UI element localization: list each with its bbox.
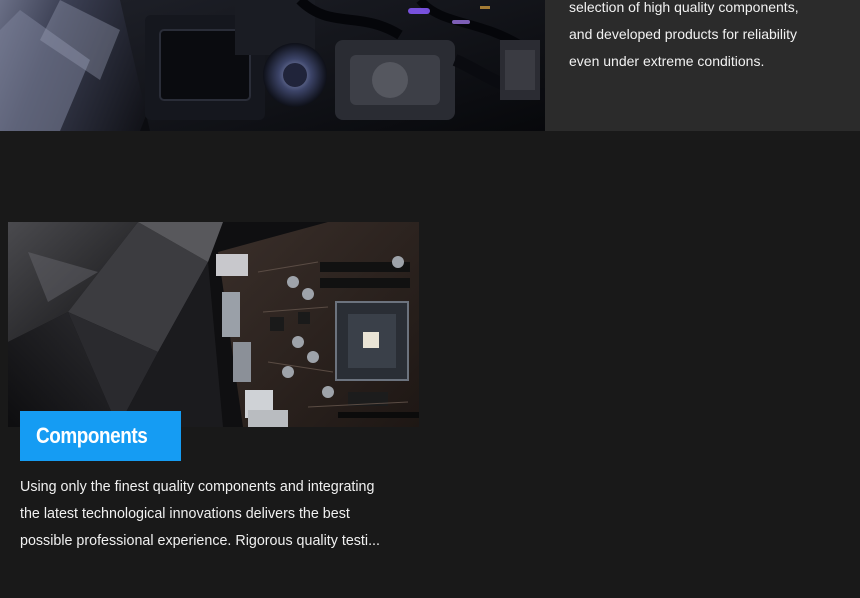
hero-text-line: even under extreme conditions. — [569, 53, 765, 69]
hero-text-line: and developed products for reliability — [569, 26, 798, 42]
card-text-line: the latest technological innovations del… — [20, 506, 350, 522]
hero-section: selection of high quality components, an… — [0, 0, 860, 131]
motherboard-illustration — [8, 222, 419, 427]
card-description: Using only the finest quality components… — [20, 474, 420, 555]
card-text-line: Using only the finest quality components… — [20, 479, 375, 495]
hero-text-line: selection of high quality components, — [569, 0, 799, 15]
pc-build-photo-illustration — [0, 0, 545, 131]
card-text-line: possible professional experience. Rigoro… — [20, 533, 380, 549]
motherboard-photo — [8, 222, 419, 427]
pc-build-photo — [0, 0, 545, 131]
page: selection of high quality components, an… — [0, 0, 860, 598]
hero-description: selection of high quality components, an… — [569, 0, 844, 75]
card-title: Components — [36, 423, 148, 448]
card-title-badge[interactable]: Components — [20, 411, 182, 461]
components-card[interactable]: Components Using only the finest quality… — [8, 222, 420, 549]
